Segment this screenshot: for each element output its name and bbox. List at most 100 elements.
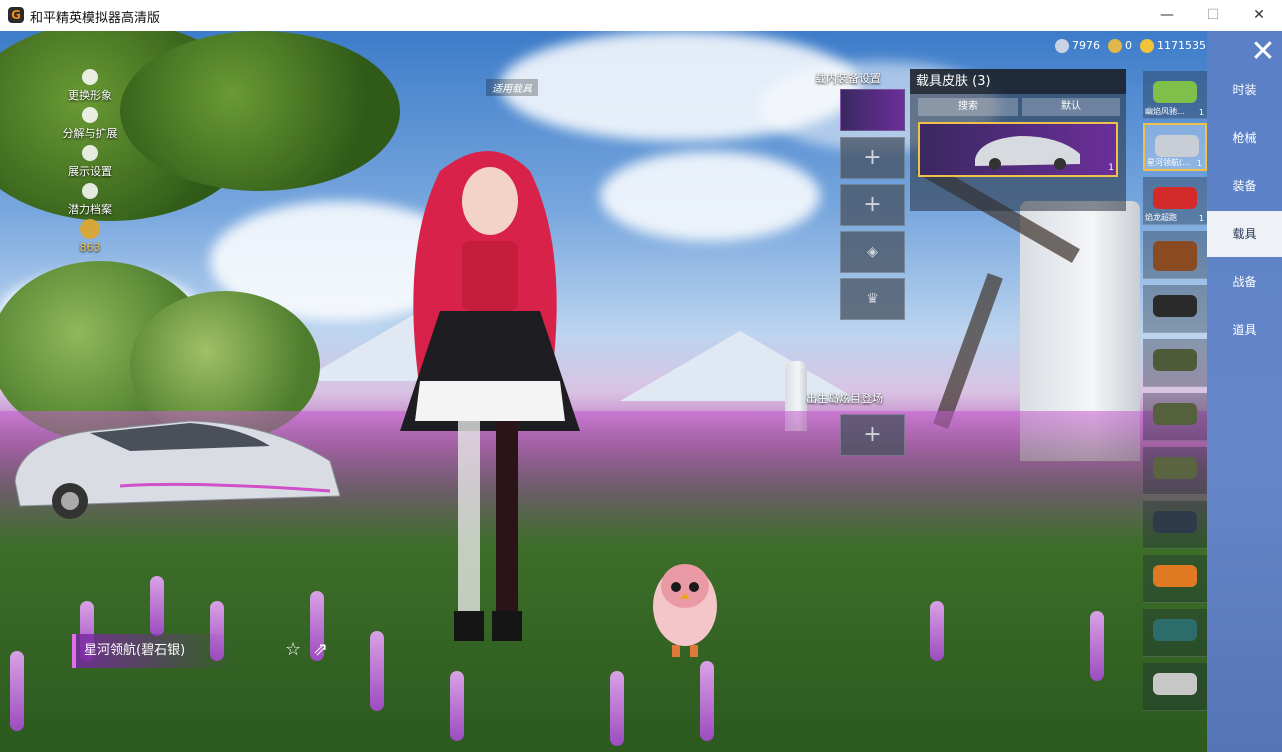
flower: [450, 671, 464, 741]
gold-coin-icon: [1140, 39, 1154, 53]
vehicle-thumb: [1153, 187, 1197, 209]
spawn-label-text: 出生岛炫目登场: [806, 392, 883, 405]
crown-icon: ♛: [866, 291, 879, 307]
level-badge[interactable]: 863: [55, 219, 125, 254]
menu-label: 分解与扩展: [62, 127, 118, 140]
vehicle-item[interactable]: [1143, 663, 1207, 711]
pet-model: [653, 564, 717, 657]
flower: [150, 576, 164, 636]
tab-items[interactable]: 道具: [1207, 307, 1282, 353]
flower: [610, 671, 624, 746]
vehicle-item[interactable]: 焰龙超跑 1: [1143, 177, 1207, 225]
vehicle-item[interactable]: [1143, 609, 1207, 657]
diamond-icon: [1055, 39, 1069, 53]
favorite-star-icon[interactable]: ☆: [285, 639, 301, 660]
vehicle-item[interactable]: [1143, 447, 1207, 495]
skin-count: 1: [1108, 163, 1114, 173]
spawn-island-label: 出生岛炫目登场: [806, 390, 883, 406]
jeep-thumb: [1153, 349, 1197, 371]
coupon-currency: 0: [1108, 39, 1132, 53]
tab-weapons[interactable]: 枪械: [1207, 115, 1282, 161]
menu-label: 更换形象: [68, 89, 112, 102]
lock-badge-icon: ◈: [867, 244, 878, 260]
tab-vehicles[interactable]: 载具: [1207, 211, 1282, 257]
close-icon[interactable]: ✕: [1247, 37, 1279, 69]
skin-card[interactable]: 1: [918, 122, 1118, 177]
jeep-thumb: [1153, 457, 1197, 479]
motorcycle-thumb: [1153, 295, 1197, 317]
slot-locked[interactable]: ♛: [840, 278, 905, 320]
person-icon: [82, 69, 98, 85]
sports-car-thumb: [1153, 565, 1197, 587]
title-bar: G 和平精英模拟器高清版 — ☐ ✕: [0, 0, 1282, 32]
decompose-expand-button[interactable]: 分解与扩展: [55, 107, 125, 141]
vehicle-item[interactable]: [1143, 339, 1207, 387]
slot-spawn-empty[interactable]: +: [840, 414, 905, 456]
in-vehicle-settings-label: 载内装备设置: [815, 70, 881, 86]
vehicle-name: 星河领航(…: [1147, 158, 1191, 167]
tab-equipment[interactable]: 装备: [1207, 163, 1282, 209]
category-panel: 时装 枪械 装备 载具 战备 道具: [1207, 31, 1282, 752]
eye-icon: [82, 145, 98, 161]
tab-fashion[interactable]: 时装: [1207, 67, 1282, 113]
sedan-thumb: [1153, 673, 1197, 695]
sports-car-thumb: [1153, 619, 1197, 641]
change-appearance-button[interactable]: 更换形象: [55, 69, 125, 103]
maximize-button[interactable]: ☐: [1190, 0, 1236, 31]
flame-icon: [82, 183, 98, 199]
tree: [120, 31, 400, 191]
plus-icon: +: [863, 192, 882, 217]
sort-dropdown[interactable]: 默认: [1022, 98, 1120, 116]
vehicle-count: 1: [1198, 108, 1204, 117]
flower: [700, 661, 714, 741]
gold-currency: 1171535: [1140, 39, 1206, 53]
vehicle-item-selected[interactable]: 星河领航(… 1: [1143, 123, 1207, 171]
window-title: 和平精英模拟器高清版: [30, 11, 161, 26]
vehicle-count: 1: [1196, 159, 1202, 168]
close-window-button[interactable]: ✕: [1236, 0, 1282, 31]
plus-icon: +: [863, 422, 882, 447]
slot-locked[interactable]: ◈: [840, 231, 905, 273]
menu-label: 潜力档案: [68, 203, 112, 216]
vehicle-name-tag: 星河领航(碧石银): [72, 634, 232, 668]
flower: [10, 651, 24, 731]
potential-archive-button[interactable]: 潜力档案: [55, 183, 125, 217]
display-settings-button[interactable]: 展示设置: [55, 145, 125, 179]
slot-empty[interactable]: +: [840, 137, 905, 179]
slot-empty[interactable]: +: [840, 184, 905, 226]
vehicle-model: [14, 420, 340, 519]
vehicle-name: 幽焰风驰…: [1145, 107, 1185, 116]
share-icon[interactable]: ⇗: [313, 639, 328, 660]
coupon-value: 0: [1125, 39, 1132, 52]
windmill-blade: [933, 273, 1003, 429]
vehicle-item[interactable]: [1143, 501, 1207, 549]
vehicle-name: 焰龙超跑: [1145, 213, 1177, 222]
search-input[interactable]: 搜索: [918, 98, 1018, 116]
app-icon: G: [8, 7, 24, 23]
tab-supplies[interactable]: 战备: [1207, 259, 1282, 305]
diamond-currency: 7976: [1055, 39, 1100, 53]
minimize-button[interactable]: —: [1144, 0, 1190, 31]
vehicle-item[interactable]: [1143, 285, 1207, 333]
flower: [930, 601, 944, 661]
vehicle-list: 幽焰风驰… 1 星河领航(… 1 焰龙超跑 1: [1143, 71, 1207, 752]
plus-icon: +: [863, 145, 882, 170]
vehicle-item[interactable]: 幽焰风驰… 1: [1143, 71, 1207, 119]
coupon-icon: [1108, 39, 1122, 53]
vehicle-item[interactable]: [1143, 231, 1207, 279]
slot-selected-vehicle[interactable]: [840, 89, 905, 131]
level-value: 863: [79, 241, 101, 254]
badge-icon: [80, 219, 100, 239]
cloud: [600, 151, 820, 241]
monster-truck-thumb: [1153, 511, 1197, 533]
diamond-value: 7976: [1072, 39, 1100, 52]
vehicle-thumb: [1153, 81, 1197, 103]
jeep-thumb: [1153, 403, 1197, 425]
apply-vehicle-text: 适用载具: [492, 84, 532, 95]
vehicle-thumb: [1155, 135, 1199, 157]
puzzle-icon: [82, 107, 98, 123]
flower: [1090, 611, 1104, 681]
apply-vehicle-label[interactable]: 适用载具: [486, 79, 538, 96]
vehicle-item[interactable]: [1143, 393, 1207, 441]
vehicle-item[interactable]: [1143, 555, 1207, 603]
